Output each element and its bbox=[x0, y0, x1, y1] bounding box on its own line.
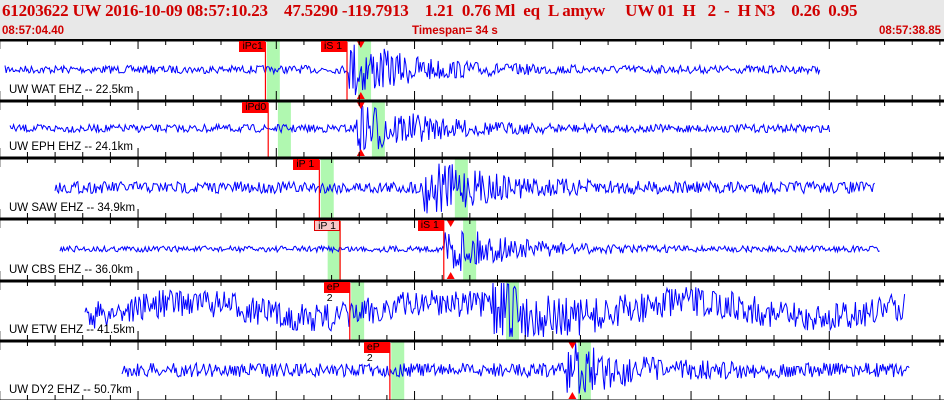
pick-window bbox=[358, 39, 372, 100]
pick-label[interactable]: iPd0 bbox=[242, 102, 269, 113]
pick-label[interactable]: eP 2 bbox=[363, 342, 390, 364]
channel-label: UW CBS EHZ -- 36.0km bbox=[9, 264, 133, 276]
channel-label: UW WAT EHZ -- 22.5km bbox=[9, 84, 134, 96]
arrival-marker-icon bbox=[446, 272, 455, 279]
channel-label: UW ETW EHZ -- 41.5km bbox=[9, 324, 135, 336]
arrival-marker-icon bbox=[568, 392, 577, 399]
pick-label[interactable]: eP 2 bbox=[323, 282, 350, 304]
channel-label: UW EPH EHZ -- 24.1km bbox=[9, 141, 133, 153]
end-time: 08:57:38.85 bbox=[878, 25, 941, 37]
channel-label: UW DY2 EHZ -- 50.7km bbox=[9, 384, 132, 396]
pick-label[interactable]: iS 1 bbox=[321, 41, 347, 52]
seismogram-canvas bbox=[0, 39, 944, 400]
arrival-marker-icon bbox=[446, 220, 455, 227]
pick-label[interactable]: iS 1 bbox=[417, 220, 444, 231]
arrival-marker-icon bbox=[356, 102, 365, 109]
event-summary: 61203622 UW 2016-10-09 08:57:10.23 47.52… bbox=[2, 1, 858, 20]
pick-label[interactable]: iP 1 bbox=[293, 159, 320, 170]
pick-window bbox=[391, 340, 405, 400]
pick-label[interactable]: iP 1 bbox=[314, 220, 341, 232]
start-time: 08:57:04.40 bbox=[2, 25, 65, 37]
pick-label[interactable]: iPc1 bbox=[239, 41, 266, 52]
timespan: Timespan= 34 s bbox=[412, 25, 498, 37]
waveform-panels[interactable]: iPc1 iS 1 UW WAT EHZ -- 22.5km iPd0 UW EPH E… bbox=[0, 39, 944, 400]
waveform-trace bbox=[121, 343, 910, 394]
header-bar: 61203622 UW 2016-10-09 08:57:10.23 47.52… bbox=[0, 0, 944, 39]
waveform-trace bbox=[84, 282, 906, 338]
channel-label: UW SAW EHZ -- 34.9km bbox=[9, 202, 136, 214]
